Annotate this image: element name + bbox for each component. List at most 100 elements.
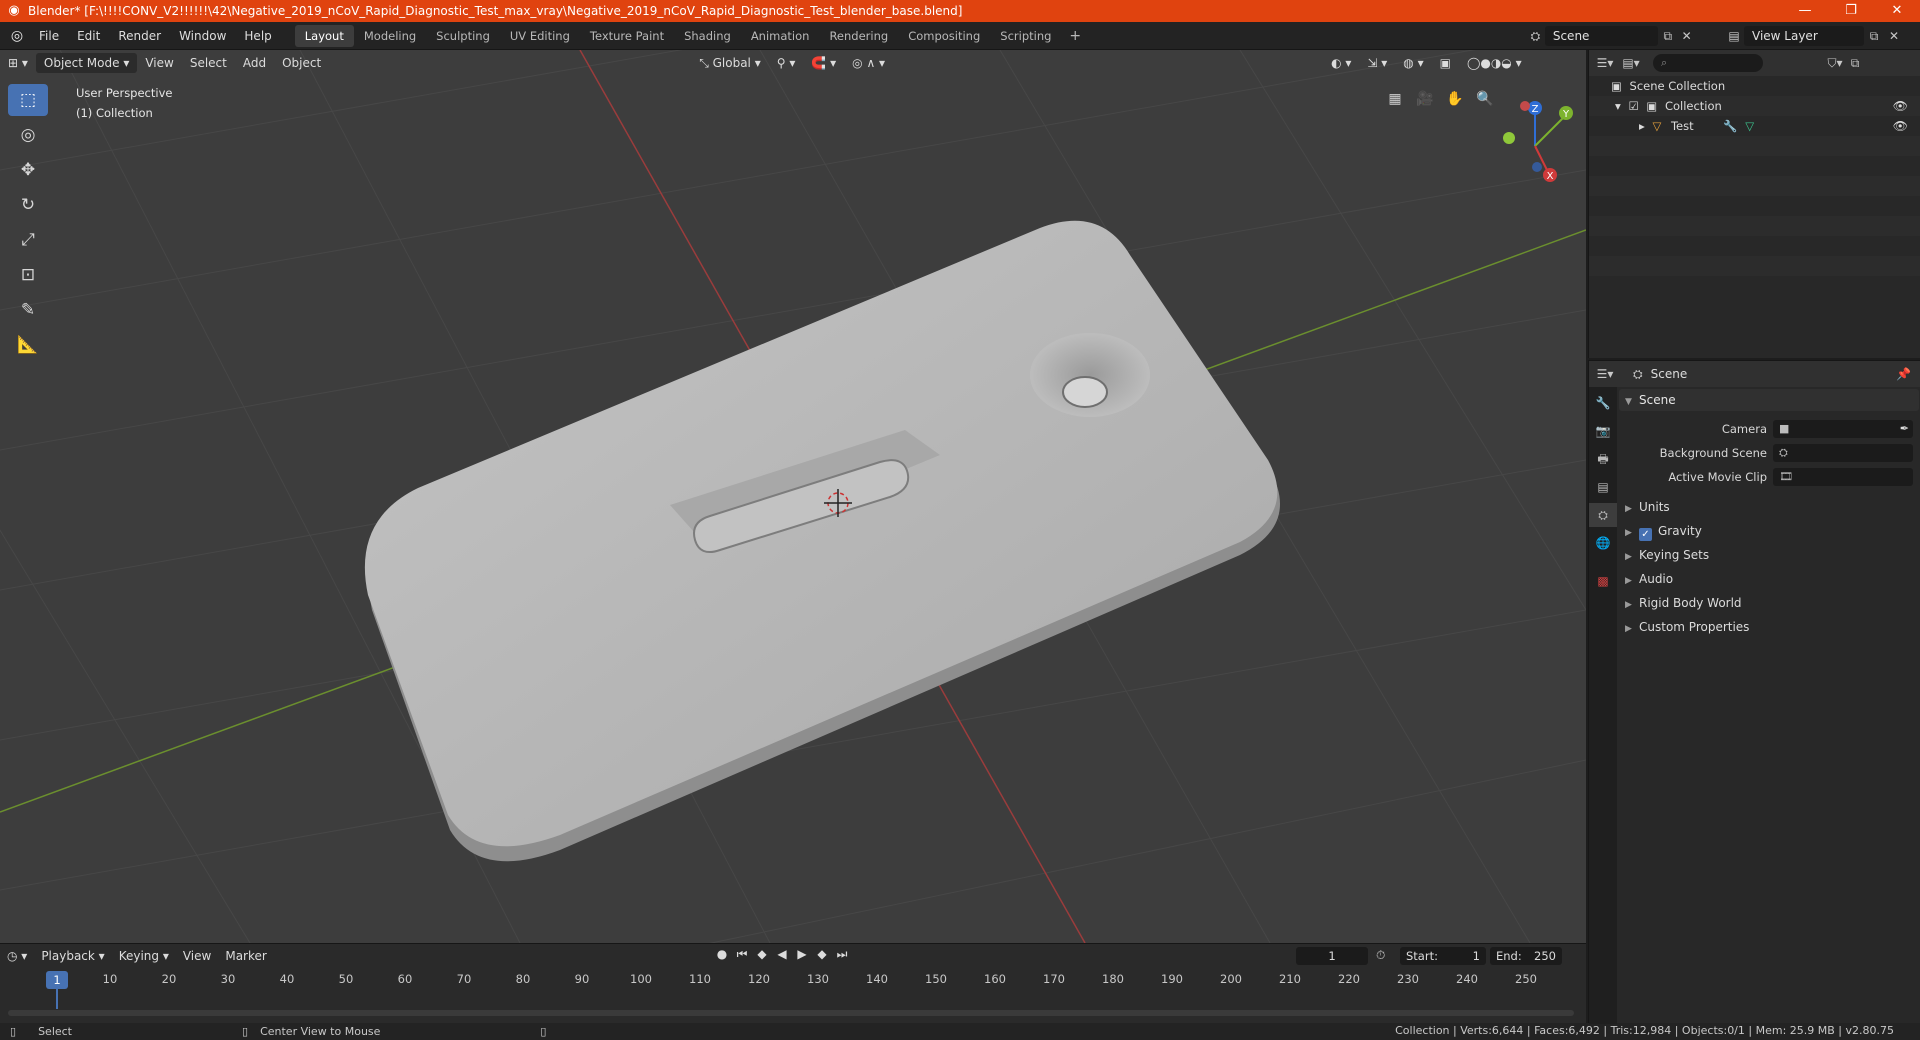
tab-compositing[interactable]: Compositing bbox=[898, 25, 990, 47]
new-collection-icon[interactable]: ⧉ bbox=[1845, 56, 1865, 71]
background-scene-field[interactable]: ⛭ bbox=[1773, 444, 1913, 462]
shading-modes-icon[interactable]: ◯●◑◒ ▾ bbox=[1459, 53, 1530, 73]
scale-tool-icon[interactable]: ⤢ bbox=[8, 224, 48, 256]
tab-layout[interactable]: Layout bbox=[294, 24, 354, 47]
next-keyframe-icon[interactable]: ◆ bbox=[812, 947, 832, 962]
jump-start-icon[interactable]: ⏮ bbox=[732, 947, 752, 962]
play-reverse-icon[interactable]: ◀ bbox=[772, 947, 792, 962]
timeline-editor-type-icon[interactable]: ◷ ▾ bbox=[0, 949, 34, 963]
gizmo-toggle-icon[interactable]: ⇲ ▾ bbox=[1359, 53, 1395, 73]
delete-view-layer-icon[interactable]: ✕ bbox=[1884, 29, 1904, 43]
world-tab-icon[interactable]: 🌐 bbox=[1589, 531, 1617, 555]
collection-checkbox[interactable]: ☑ bbox=[1628, 99, 1638, 113]
visibility-icon[interactable]: ◐ ▾ bbox=[1323, 53, 1359, 73]
collection-visibility-eye-icon[interactable]: 👁 bbox=[1893, 96, 1908, 116]
outliner-row-collection[interactable]: ▾ ☑ ▣ Collection 👁 bbox=[1589, 96, 1920, 116]
zoom-view-icon[interactable]: 🔍 bbox=[1472, 86, 1498, 112]
properties-editor-type-icon[interactable]: ☰▾ bbox=[1595, 367, 1615, 381]
test-cassette-object[interactable] bbox=[364, 220, 1281, 862]
texture-tab-icon[interactable]: ▩ bbox=[1589, 569, 1617, 593]
close-button[interactable]: ✕ bbox=[1874, 0, 1920, 22]
custom-properties-panel[interactable]: ▶ Custom Properties bbox=[1619, 615, 1919, 639]
overlay-toggle-icon[interactable]: ◍ ▾ bbox=[1395, 53, 1431, 73]
mode-dropdown[interactable]: Object Mode ▾ bbox=[35, 53, 138, 73]
pan-view-icon[interactable]: ✋ bbox=[1442, 86, 1468, 112]
outliner-row-test[interactable]: ▸ ▽ Test 🔧 ▽ 👁 bbox=[1589, 116, 1920, 136]
rotate-tool-icon[interactable]: ↻ bbox=[8, 189, 48, 221]
outliner-search-input[interactable]: ⌕ bbox=[1653, 54, 1763, 72]
play-icon[interactable]: ▶ bbox=[792, 947, 812, 962]
3d-viewport[interactable]: Z Y X ⊞ ▾ Object Mode ▾ View Select Add … bbox=[0, 50, 1586, 943]
transform-tool-icon[interactable]: ⊡ bbox=[8, 259, 48, 291]
toggle-ortho-icon[interactable]: ▦ bbox=[1382, 86, 1408, 112]
view-layer-field[interactable]: View Layer bbox=[1744, 26, 1864, 46]
menu-object[interactable]: Object bbox=[274, 53, 329, 73]
tab-uv-editing[interactable]: UV Editing bbox=[500, 25, 580, 47]
gravity-checkbox[interactable]: ✓ bbox=[1639, 528, 1652, 541]
menu-marker[interactable]: Marker bbox=[218, 949, 273, 963]
cursor-tool-icon[interactable]: ◎ bbox=[8, 119, 48, 151]
new-view-layer-icon[interactable]: ⧉ bbox=[1864, 29, 1884, 44]
current-frame-field[interactable]: 1 bbox=[1296, 947, 1368, 965]
menu-select[interactable]: Select bbox=[182, 53, 235, 73]
move-tool-icon[interactable]: ✥ bbox=[8, 154, 48, 186]
editor-type-icon[interactable]: ⊞ ▾ bbox=[0, 53, 36, 73]
eyedropper-icon[interactable]: ✒ bbox=[1900, 420, 1909, 438]
maximize-button[interactable]: ❐ bbox=[1828, 0, 1874, 22]
menu-keying[interactable]: Keying ▾ bbox=[112, 949, 176, 963]
measure-tool-icon[interactable]: 📐 bbox=[8, 329, 48, 361]
audio-panel[interactable]: ▶ Audio bbox=[1619, 567, 1919, 591]
camera-field[interactable]: ■ ✒ bbox=[1773, 420, 1913, 438]
add-workspace-button[interactable]: + bbox=[1061, 28, 1089, 44]
tab-modeling[interactable]: Modeling bbox=[354, 25, 426, 47]
xray-icon[interactable]: ▣ bbox=[1432, 53, 1459, 73]
outliner-row-scene-collection[interactable]: ▣ Scene Collection bbox=[1589, 76, 1920, 96]
rigid-body-world-panel[interactable]: ▶ Rigid Body World bbox=[1619, 591, 1919, 615]
menu-edit[interactable]: Edit bbox=[68, 29, 109, 43]
tool-tab-icon[interactable]: 🔧 bbox=[1589, 391, 1617, 415]
tab-sculpting[interactable]: Sculpting bbox=[426, 25, 500, 47]
delete-scene-icon[interactable]: ✕ bbox=[1677, 29, 1696, 43]
collapse-arrow-icon[interactable]: ▾ bbox=[1615, 99, 1621, 113]
menu-timeline-view[interactable]: View bbox=[176, 949, 218, 963]
scene-panel-header[interactable]: ▼ Scene bbox=[1619, 389, 1919, 411]
prev-keyframe-icon[interactable]: ◆ bbox=[752, 947, 772, 962]
playhead[interactable]: 1 bbox=[46, 971, 68, 989]
scene-icon[interactable]: ⛭ bbox=[1526, 29, 1545, 44]
end-frame-field[interactable]: End: 250 bbox=[1490, 947, 1562, 965]
pivot-icon[interactable]: ⚲ ▾ bbox=[769, 53, 804, 73]
tab-texture-paint[interactable]: Texture Paint bbox=[580, 25, 674, 47]
menu-view[interactable]: View bbox=[137, 53, 181, 73]
filter-icon[interactable]: ⛉▾ bbox=[1825, 56, 1845, 71]
output-tab-icon[interactable]: 🖶 bbox=[1589, 447, 1617, 471]
frame-ruler[interactable]: 10 20 30 40 50 60 70 80 90 100 110 120 130 140 150 160 1… bbox=[0, 972, 1586, 990]
snap-icon[interactable]: 🧲 ▾ bbox=[803, 53, 844, 73]
view-layer-tab-icon[interactable]: ▤ bbox=[1589, 475, 1617, 499]
display-mode-icon[interactable]: ▤▾ bbox=[1621, 56, 1641, 70]
scene-tab-icon[interactable]: ⛭ bbox=[1589, 503, 1617, 527]
object-visibility-eye-icon[interactable]: 👁 bbox=[1893, 116, 1908, 136]
stopwatch-icon[interactable]: ⏱ bbox=[1376, 948, 1385, 963]
gravity-panel[interactable]: ▶ ✓ Gravity bbox=[1619, 519, 1919, 543]
menu-render[interactable]: Render bbox=[109, 29, 170, 43]
menu-help[interactable]: Help bbox=[235, 29, 280, 43]
menu-playback[interactable]: Playback ▾ bbox=[34, 949, 111, 963]
render-tab-icon[interactable]: 📷 bbox=[1589, 419, 1617, 443]
camera-view-icon[interactable]: 🎥 bbox=[1412, 86, 1438, 112]
tab-shading[interactable]: Shading bbox=[674, 25, 741, 47]
units-panel[interactable]: ▶ Units bbox=[1619, 495, 1919, 519]
navigation-gizmo[interactable] bbox=[1503, 101, 1573, 182]
tab-scripting[interactable]: Scripting bbox=[990, 25, 1061, 47]
menu-window[interactable]: Window bbox=[170, 29, 235, 43]
select-box-tool-icon[interactable]: ⬚ bbox=[8, 84, 48, 116]
tab-rendering[interactable]: Rendering bbox=[819, 25, 898, 47]
timeline-scrollbar[interactable] bbox=[8, 1010, 1574, 1016]
menu-file[interactable]: File bbox=[30, 29, 68, 43]
record-icon[interactable]: ● bbox=[712, 947, 732, 962]
mesh-data-icon[interactable]: ▽ bbox=[1745, 119, 1754, 133]
tab-animation[interactable]: Animation bbox=[741, 25, 820, 47]
new-scene-icon[interactable]: ⧉ bbox=[1658, 29, 1677, 44]
scene-field[interactable]: Scene bbox=[1544, 26, 1659, 46]
pin-icon[interactable]: 📌 bbox=[1896, 367, 1911, 381]
transform-orientation-dropdown[interactable]: ⤡ Global ▾ bbox=[691, 53, 769, 73]
